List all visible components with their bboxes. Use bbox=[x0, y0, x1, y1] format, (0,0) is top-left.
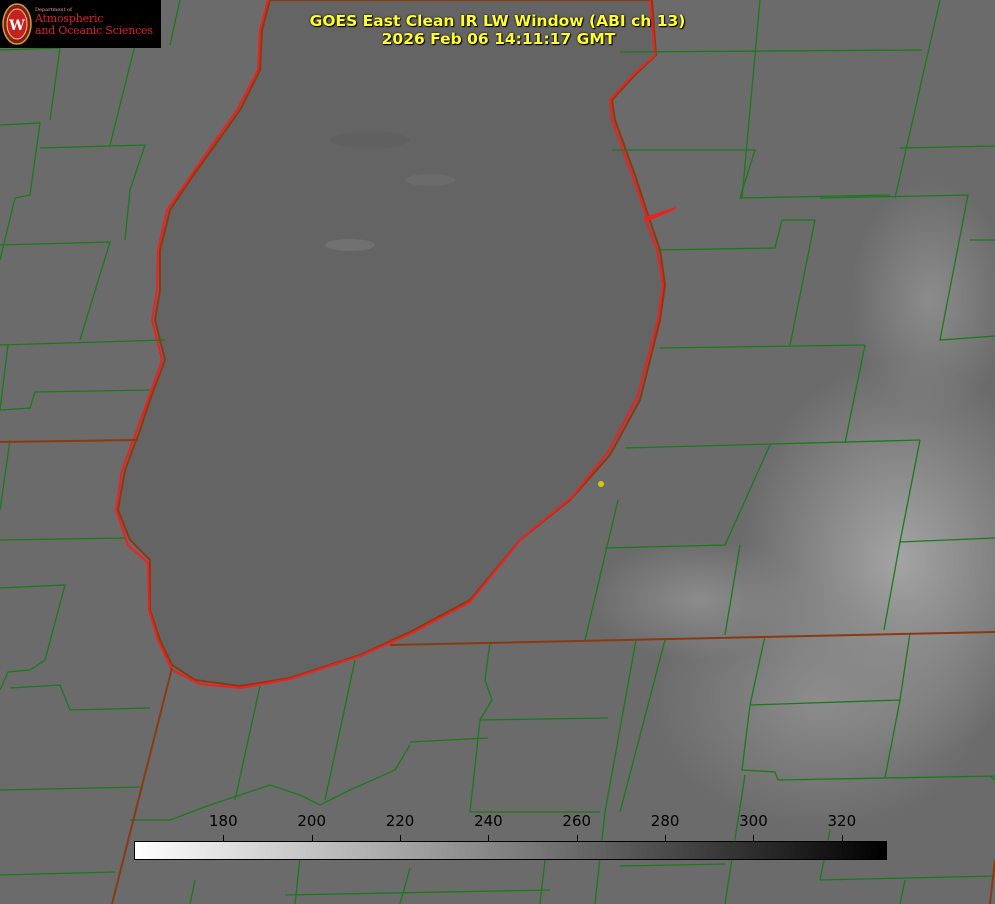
colorbar-tick-label: 180 bbox=[209, 812, 238, 830]
title-line1: GOES East Clean IR LW Window (ABI ch 13) bbox=[309, 12, 686, 30]
colorbar-tick-mark bbox=[223, 835, 225, 841]
colorbar-gradient bbox=[134, 841, 887, 860]
title-timestamp: 2026 Feb 06 14:11:17 GMT bbox=[381, 30, 616, 48]
colorbar-tick-label: 260 bbox=[562, 812, 592, 830]
colorbar-tick-label: 320 bbox=[827, 812, 857, 830]
lake-feature bbox=[405, 174, 455, 186]
colorbar-tick-label: 300 bbox=[739, 812, 768, 830]
colorbar-tick-label: 220 bbox=[385, 812, 415, 830]
colorbar-tick-mark bbox=[400, 835, 402, 841]
colorbar: 180 200 220 240 260 280 300 320 bbox=[134, 812, 887, 860]
location-marker[interactable] bbox=[598, 481, 604, 487]
colorbar-tick-label: 280 bbox=[650, 812, 680, 830]
colorbar-tick-mark bbox=[665, 835, 667, 841]
lake-feature bbox=[325, 239, 375, 251]
colorbar-tick-mark bbox=[311, 835, 313, 841]
image-title: GOES East Clean IR LW Window (ABI ch 13)… bbox=[0, 12, 995, 48]
colorbar-tick-mark bbox=[576, 835, 578, 841]
lake-feature bbox=[330, 132, 410, 148]
colorbar-tick-mark bbox=[841, 835, 843, 841]
colorbar-tick-label: 240 bbox=[474, 812, 503, 830]
satellite-map[interactable] bbox=[0, 0, 995, 904]
colorbar-tick-mark bbox=[488, 835, 490, 841]
cloud-patch bbox=[590, 540, 810, 660]
colorbar-tick-mark bbox=[753, 835, 755, 841]
colorbar-tick-label: 200 bbox=[297, 812, 327, 830]
